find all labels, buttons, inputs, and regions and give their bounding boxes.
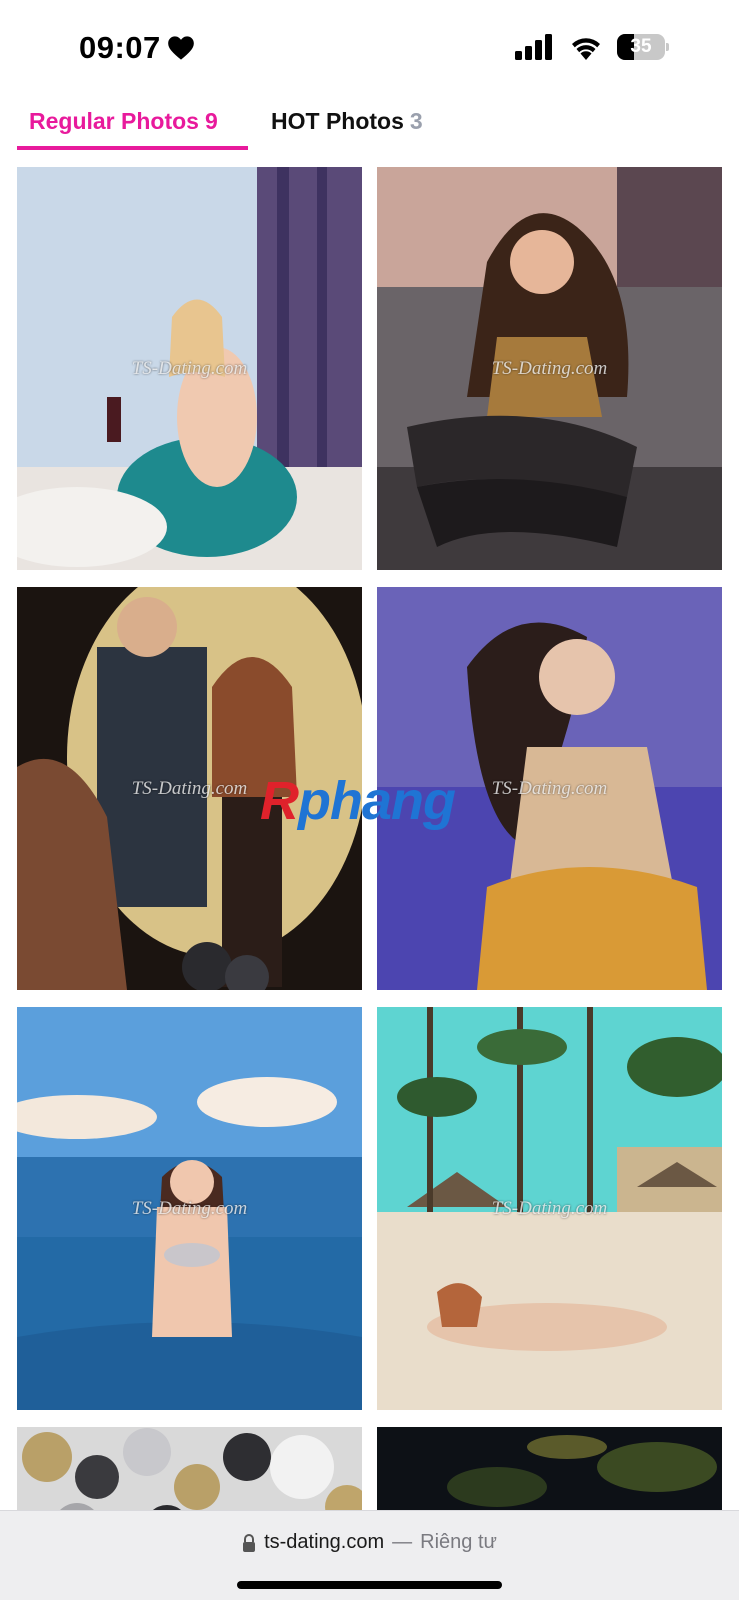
tab-hot-count: 3 [409,108,423,134]
wifi-icon [572,38,600,60]
lock-icon [243,1533,256,1552]
photo-watermark: TS-Dating.com [491,357,608,379]
photo-thumbnail[interactable]: TS-Dating.com [17,167,362,570]
photo-watermark: TS-Dating.com [491,1197,608,1219]
battery-tip [666,43,669,51]
time-text: 09:07 [79,30,161,65]
url-row[interactable]: ts-dating.com — Riêng tư [0,1531,739,1554]
status-time: 09:07 [79,30,195,66]
tab-regular-photos[interactable]: Regular Photos 9 [17,100,248,150]
battery-indicator: 35 [617,34,669,60]
tab-hot-label: HOT Photos [271,108,404,134]
tab-regular-count: 9 [204,108,218,134]
photo-watermark: TS-Dating.com [131,357,248,379]
url-domain: ts-dating.com [264,1531,385,1553]
overlay-logo: Rphang [260,770,456,832]
heart-icon [167,36,194,60]
browser-address-bar[interactable]: ts-dating.com — Riêng tư [0,1510,739,1600]
photo-thumbnail[interactable]: TS-Dating.com [17,1007,362,1410]
logo-text: phang [298,771,456,831]
photo-thumbnail[interactable]: TS-Dating.com [377,1007,722,1410]
cellular-signal-icon [515,34,552,60]
tab-regular-label: Regular Photos [29,108,199,134]
photo-watermark: TS-Dating.com [131,1197,248,1219]
home-indicator[interactable] [237,1581,502,1589]
photo-tabs: Regular Photos 9 HOT Photos 3 [17,100,722,152]
tab-hot-photos[interactable]: HOT Photos 3 [271,100,423,150]
status-indicators: 35 [515,34,669,60]
status-bar: 09:07 35 [0,0,739,100]
battery-percent: 35 [630,36,652,57]
url-separator: — [392,1531,413,1553]
privacy-label: Riêng tư [420,1531,497,1553]
photo-thumbnail[interactable]: TS-Dating.com [377,167,722,570]
logo-initial: R [260,771,299,831]
